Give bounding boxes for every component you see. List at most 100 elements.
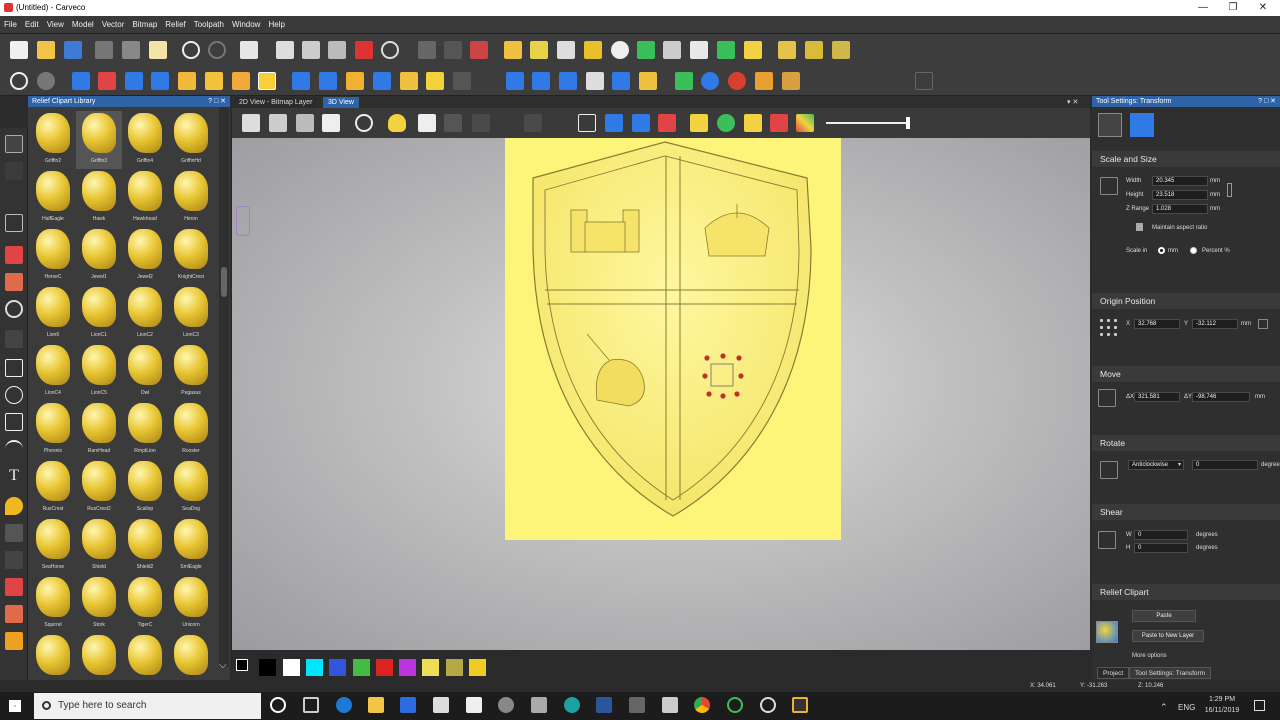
cortana-icon[interactable] (270, 697, 286, 713)
side-view-icon[interactable] (296, 114, 314, 132)
add-model-icon[interactable] (717, 41, 735, 59)
relief-texture-icon[interactable] (178, 72, 196, 90)
clipart-item[interactable]: Lion6 (30, 285, 76, 343)
restore-button[interactable]: ❐ (1218, 0, 1248, 16)
ellipse-icon[interactable] (5, 386, 23, 404)
windows-start-icon[interactable] (9, 700, 21, 712)
clipart-item[interactable]: Scallop (122, 459, 168, 517)
polygon-icon[interactable] (5, 413, 23, 431)
brush-icon[interactable] (5, 330, 23, 348)
undo-icon[interactable] (182, 41, 200, 59)
view-tabs-menu-icon[interactable]: ▾ ✕ (1062, 97, 1083, 108)
menu-model[interactable]: Model (68, 16, 98, 34)
relief-add-icon[interactable] (72, 72, 90, 90)
app-gear-icon[interactable] (498, 697, 514, 713)
move-dy-field[interactable]: -98.746 (1192, 392, 1250, 402)
relief-spin-icon[interactable] (755, 72, 773, 90)
save-icon[interactable] (64, 41, 82, 59)
app-settings-icon[interactable] (760, 697, 776, 713)
clipart-item[interactable]: LionC5 (76, 343, 122, 401)
relief-flatten-icon[interactable] (612, 72, 630, 90)
relief-layer-icon[interactable] (506, 72, 524, 90)
cut-icon[interactable] (95, 41, 113, 59)
colour-swatch[interactable] (259, 659, 277, 676)
clipart-item[interactable]: RmptLion (122, 401, 168, 459)
bitmap-edit-icon[interactable] (444, 41, 462, 59)
pivot-icon[interactable] (578, 114, 596, 132)
redo-icon[interactable] (208, 41, 226, 59)
store-icon[interactable] (433, 697, 449, 713)
light-slider[interactable] (826, 122, 910, 124)
paste-icon[interactable] (149, 41, 167, 59)
move-dx-field[interactable]: 321.581 (1134, 392, 1180, 402)
clipart-item[interactable]: Pegasus (168, 343, 214, 401)
show-red-icon[interactable] (658, 114, 676, 132)
zoom-view-icon[interactable] (355, 114, 373, 132)
origin-x-field[interactable]: 32.768 (1134, 319, 1180, 329)
relief-bevel-icon[interactable] (292, 72, 310, 90)
maintain-aspect-label[interactable]: Maintain aspect ratio (1152, 225, 1207, 231)
relief-mirror-icon[interactable] (400, 72, 418, 90)
relief-bake-icon[interactable] (586, 72, 604, 90)
clipart-item[interactable]: KnightCrest (168, 227, 214, 285)
word-icon[interactable] (596, 697, 612, 713)
show-green-icon[interactable] (717, 114, 735, 132)
tray-arrow-icon[interactable]: ⌃ (1160, 702, 1168, 713)
iso-view-icon[interactable] (242, 114, 260, 132)
sparkle-icon[interactable] (611, 41, 629, 59)
minimize-button[interactable]: — (1188, 0, 1218, 16)
table-icon[interactable] (690, 41, 708, 59)
resize-icon[interactable] (302, 41, 320, 59)
colour-swatch[interactable] (352, 659, 370, 676)
node-edit-icon[interactable] (418, 41, 436, 59)
menu-window[interactable]: Window (228, 16, 264, 34)
fill-drop-icon[interactable] (5, 497, 23, 515)
library-scrollbar[interactable] (219, 107, 229, 667)
colour-swatch[interactable] (305, 659, 323, 676)
nodes-icon[interactable] (778, 41, 796, 59)
lasso-icon[interactable] (5, 300, 23, 318)
tab-2d-view[interactable]: 2D View - Bitmap Layer (234, 97, 318, 108)
transform-icon[interactable] (5, 190, 23, 208)
clock-time[interactable]: 1:29 PM (1200, 696, 1244, 703)
relief-stack-icon[interactable] (532, 72, 550, 90)
menu-edit[interactable]: Edit (21, 16, 43, 34)
menu-bitmap[interactable]: Bitmap (128, 16, 161, 34)
axes-icon[interactable] (444, 114, 462, 132)
relief-sculpt-icon[interactable] (125, 72, 143, 90)
close-button[interactable]: ✕ (1248, 0, 1278, 16)
clipart-item[interactable]: Rooster (168, 401, 214, 459)
globe-icon[interactable] (37, 72, 55, 90)
colour-swatch[interactable] (282, 659, 300, 676)
new-file-icon[interactable] (10, 41, 28, 59)
relief-copy-icon[interactable] (559, 72, 577, 90)
clipart-item[interactable]: SeaHorse (30, 517, 76, 575)
clipart-item[interactable]: RamHead (76, 401, 122, 459)
clipart-item[interactable]: Squirrel (30, 575, 76, 633)
colour-swatch[interactable] (422, 659, 440, 676)
clipart-item[interactable]: Owl (122, 343, 168, 401)
colour-swatch[interactable] (445, 659, 463, 676)
relief-extrude-icon[interactable] (782, 72, 800, 90)
clipart-item[interactable]: RusCrest (30, 459, 76, 517)
app-c-icon[interactable] (564, 697, 580, 713)
stack-icon[interactable] (663, 41, 681, 59)
carveco-taskbar-icon[interactable] (792, 697, 808, 713)
relief-tilt-icon[interactable] (205, 72, 223, 90)
clipart-item[interactable]: Unicorn (168, 575, 214, 633)
clipart-paste-icon[interactable] (1096, 621, 1118, 643)
paste-new-layer-button[interactable]: Paste to New Layer (1132, 630, 1204, 642)
origin-lock-icon[interactable] (1258, 319, 1268, 329)
clipart-item[interactable]: HorseC (30, 227, 76, 285)
add-layer-icon[interactable] (675, 72, 693, 90)
node-select-icon[interactable] (5, 162, 23, 180)
colour-swatch[interactable] (469, 659, 486, 676)
show-star-icon[interactable] (744, 114, 762, 132)
curve-icon[interactable] (584, 41, 602, 59)
relief-merge-icon[interactable] (151, 72, 169, 90)
library-header-buttons[interactable]: ? □ ✕ (208, 96, 226, 107)
shear-w-field[interactable]: 0 (1134, 530, 1188, 540)
clock-date[interactable]: 16/11/2019 (1200, 707, 1244, 714)
job-setup-icon[interactable] (276, 41, 294, 59)
clipart-item[interactable]: Hawk (76, 169, 122, 227)
